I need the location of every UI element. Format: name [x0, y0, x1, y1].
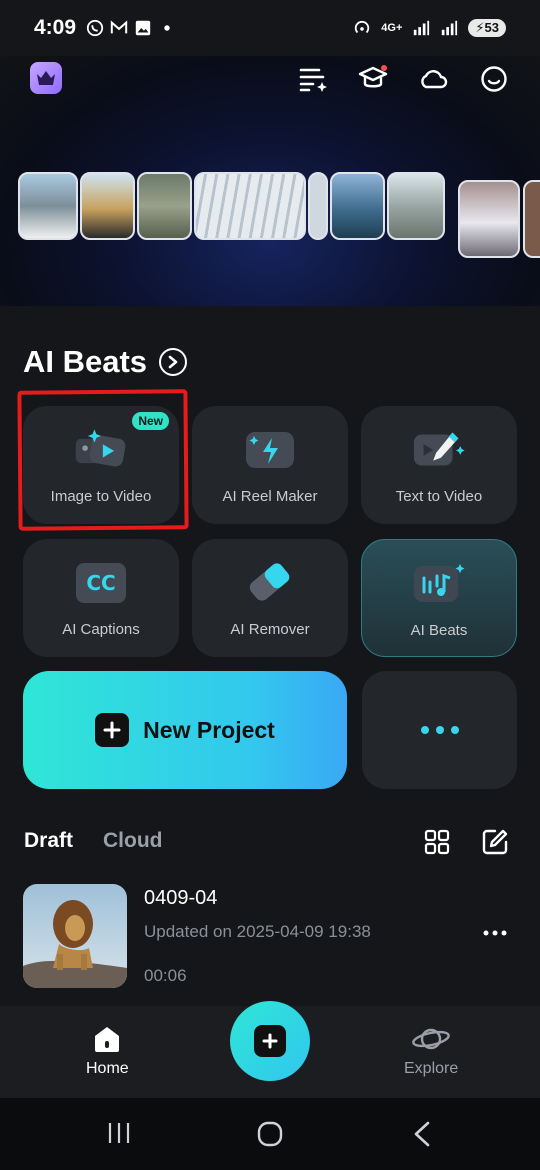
grid-view-icon[interactable]: [424, 829, 450, 860]
battery-indicator: ⚡53: [468, 19, 506, 37]
new-project-label: New Project: [143, 716, 275, 743]
whatsapp-icon: [86, 19, 104, 37]
notification-dot-icon: [164, 25, 170, 31]
recent-apps-icon[interactable]: [106, 1120, 132, 1151]
list-sparkle-icon: [299, 68, 327, 92]
draft-updated: Updated on 2025-04-09 19:38: [144, 922, 371, 941]
thumb-image-2: [80, 172, 135, 240]
system-nav-bar: [0, 1098, 540, 1170]
ai-beats-icon: [410, 560, 468, 608]
profile-button[interactable]: [477, 62, 511, 96]
tool-ai-captions[interactable]: CC AI Captions: [23, 539, 179, 657]
thumb-image-9: [523, 180, 540, 258]
top-bar: [0, 56, 540, 106]
new-badge: New: [132, 412, 169, 430]
tasks-button[interactable]: [296, 62, 330, 96]
chevron-right-icon[interactable]: [159, 348, 188, 376]
tool-label: AI Captions: [62, 621, 140, 638]
tool-ai-reel-maker[interactable]: AI Reel Maker: [192, 406, 348, 524]
tool-label: Image to Video: [50, 488, 152, 505]
text-to-video-icon: [410, 426, 468, 474]
new-project-button[interactable]: New Project: [23, 671, 347, 789]
thumb-image-1: [18, 172, 78, 240]
plus-icon: [95, 713, 130, 747]
tool-label: AI Remover: [230, 621, 310, 638]
gallery-icon: [135, 20, 151, 36]
tab-cloud[interactable]: Cloud: [103, 829, 162, 853]
image-to-video-icon: [72, 426, 130, 474]
tool-label: AI Beats: [410, 622, 468, 639]
draft-duration: 00:06: [144, 966, 187, 985]
premium-crown-button[interactable]: [30, 62, 62, 94]
section-header[interactable]: AI Beats: [23, 344, 188, 380]
captions-cc-icon: CC: [72, 559, 130, 607]
section-title: AI Beats: [23, 344, 148, 379]
ai-reel-maker-icon: [241, 426, 299, 474]
tab-draft[interactable]: Draft: [24, 829, 73, 853]
create-fab-button[interactable]: [230, 1001, 310, 1081]
cc-text: CC: [76, 563, 126, 603]
cloud-icon: [421, 70, 448, 89]
draft-item[interactable]: 0409-04 Updated on 2025-04-09 19:38 00:0…: [23, 884, 523, 988]
gmail-icon: [110, 20, 128, 34]
thumb-image-4: [194, 172, 306, 240]
draft-thumbnail: [23, 884, 127, 988]
thumb-image-6: [330, 172, 385, 240]
signal-icon: [414, 20, 430, 36]
cloud-button[interactable]: [416, 62, 450, 96]
tool-ai-remover[interactable]: AI Remover: [192, 539, 348, 657]
thumb-image-5: [308, 172, 328, 240]
network-type: 4G+: [381, 22, 403, 34]
hotspot-icon: [355, 20, 370, 34]
nav-explore[interactable]: Explore: [404, 1024, 458, 1078]
draft-name: 0409-04: [144, 887, 218, 909]
tool-label: Text to Video: [395, 488, 483, 505]
home-system-icon[interactable]: [256, 1120, 284, 1153]
hero-banner[interactable]: [0, 56, 540, 306]
status-bar: 4:09 4G+ ⚡53: [0, 0, 540, 56]
planet-icon: [412, 1028, 450, 1050]
nav-home[interactable]: Home: [86, 1024, 129, 1078]
tool-label: AI Reel Maker: [222, 488, 318, 505]
more-tools-button[interactable]: [362, 671, 517, 789]
nav-explore-label: Explore: [404, 1060, 459, 1077]
tutorials-button[interactable]: [356, 62, 390, 96]
more-dots-icon: [420, 726, 459, 734]
draft-tabs: Draft Cloud: [24, 829, 163, 853]
plus-icon: [254, 1025, 286, 1057]
thumb-image-3: [137, 172, 192, 240]
template-thumbnails: [18, 172, 447, 240]
thumb-image-8: [458, 180, 520, 258]
nav-home-label: Home: [86, 1060, 129, 1077]
draft-more-icon[interactable]: [483, 924, 507, 942]
edit-icon[interactable]: [481, 828, 509, 861]
tool-text-to-video[interactable]: Text to Video: [361, 406, 517, 524]
graduation-cap-icon: [358, 65, 388, 88]
eraser-icon: [241, 559, 299, 607]
tool-image-to-video[interactable]: New Image to Video: [23, 406, 179, 524]
home-icon: [95, 1027, 120, 1052]
back-icon[interactable]: [410, 1120, 434, 1153]
battery-level: 53: [484, 20, 499, 35]
tool-ai-beats[interactable]: AI Beats: [361, 539, 517, 657]
crown-icon: [37, 71, 55, 85]
status-time: 4:09: [34, 16, 77, 39]
smiley-profile-icon: [481, 66, 507, 92]
thumb-image-7: [387, 172, 445, 240]
signal-icon-2: [442, 20, 458, 36]
